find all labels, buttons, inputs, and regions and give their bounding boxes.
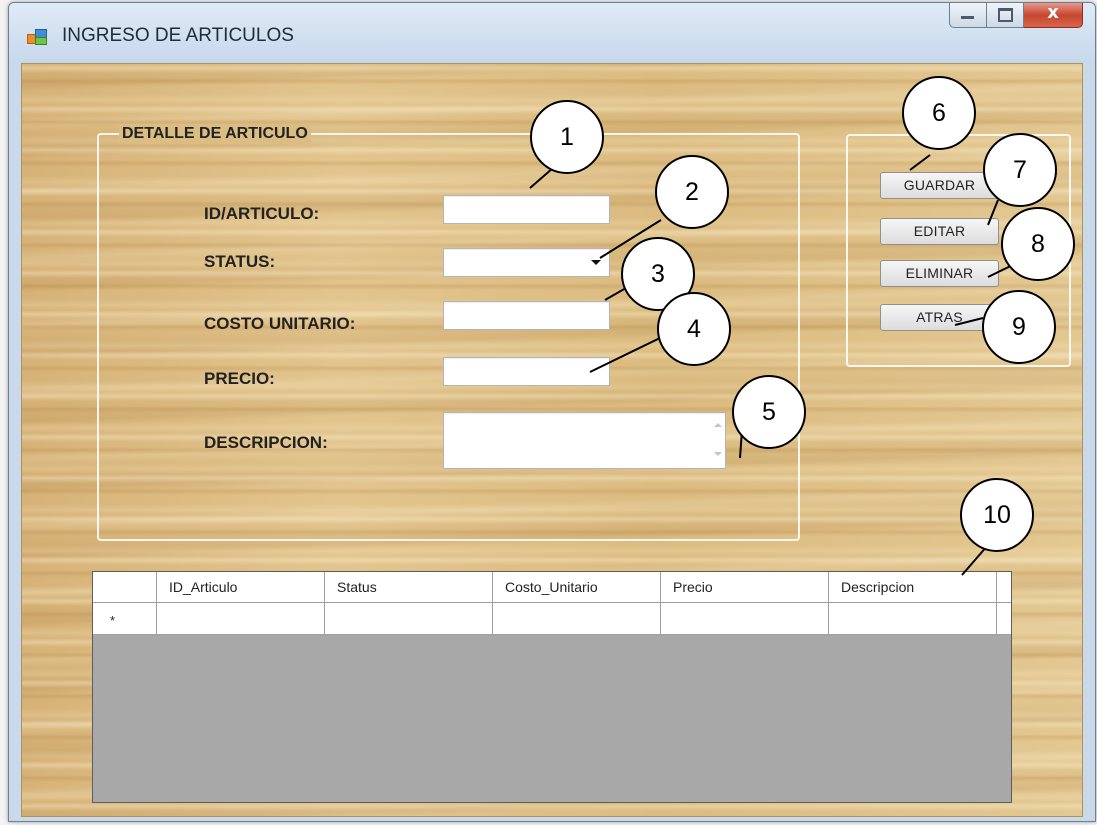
- callout-1: 1: [530, 100, 604, 174]
- callout-9: 9: [982, 290, 1056, 364]
- callout-10: 10: [960, 478, 1034, 552]
- callout-7: 7: [983, 133, 1057, 207]
- callout-4: 4: [657, 292, 731, 366]
- callout-5: 5: [732, 375, 806, 449]
- callout-8: 8: [1001, 207, 1075, 281]
- callout-2: 2: [655, 155, 729, 229]
- callout-6: 6: [902, 76, 976, 150]
